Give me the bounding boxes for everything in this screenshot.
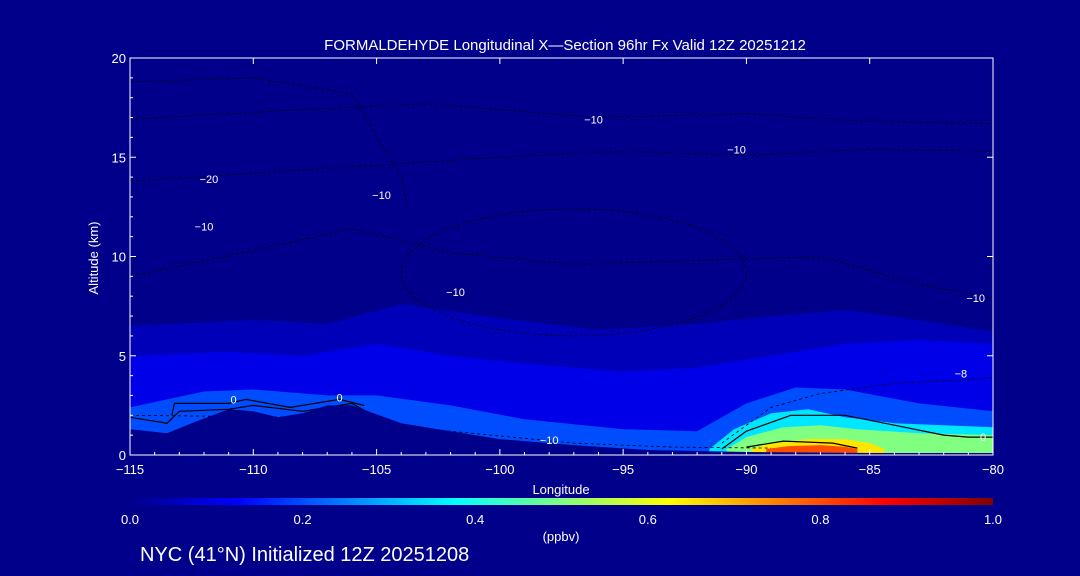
colorbar-ticks: 0.0 0.2 0.4 0.6 0.8 1.0 (121, 512, 1002, 527)
x-tick-label: −105 (362, 462, 391, 477)
colorbar: 0.0 0.2 0.4 0.6 0.8 1.0 (ppbv) (121, 498, 1002, 544)
contour-label-6: −10 (446, 287, 465, 299)
y-tick-label: 10 (112, 250, 126, 265)
contour-label-11: −20 (200, 174, 219, 186)
colorbar-tick-label: 0.8 (811, 512, 829, 527)
x-tick-label: −110 (239, 462, 267, 477)
contour-label-2: 0 (980, 432, 986, 444)
y-tick-label: 0 (119, 448, 126, 463)
contour-label-8: −10 (727, 144, 746, 156)
contour-label-10: −8 (955, 369, 968, 381)
colorbar-tick-label: 0.0 (121, 512, 139, 527)
x-tick-label: −100 (485, 462, 514, 477)
colorbar-strip (130, 498, 993, 505)
colorbar-unit-label: (ppbv) (543, 529, 580, 544)
contour-label-4: −10 (195, 222, 214, 234)
contour-label-9: −10 (966, 293, 985, 305)
contour-label-7: −10 (584, 115, 603, 127)
y-tick-label: 15 (112, 150, 126, 165)
x-tick-label: −90 (735, 462, 757, 477)
colorbar-tick-label: 0.4 (466, 512, 484, 527)
colorbar-tick-label: 1.0 (984, 512, 1002, 527)
x-tick-label: −115 (116, 462, 144, 477)
contour-label-5: −10 (372, 190, 391, 202)
init-caption: NYC (41°N) Initialized 12Z 20251208 (140, 544, 469, 566)
plot-area: 0 0 0 −10 −10 −10 −10 −10 −10 −10 −8 −20 (130, 58, 993, 455)
y-tick-label: 5 (119, 349, 126, 364)
y-tick-label: 20 (112, 51, 126, 66)
chart-figure: FORMALDEHYDE Longitudinal X—Section 96hr… (86, 37, 1004, 566)
x-axis-label: Longitude (532, 482, 589, 497)
contour-label-3: −10 (540, 435, 559, 447)
contour-label-1: 0 (337, 392, 343, 404)
chart-title: FORMALDEHYDE Longitudinal X—Section 96hr… (324, 37, 806, 54)
contour-label-0: 0 (231, 394, 237, 406)
x-tick-label: −85 (859, 462, 881, 477)
colorbar-tick-label: 0.2 (294, 512, 312, 527)
x-tick-label: −80 (982, 462, 1004, 477)
colorbar-tick-label: 0.6 (639, 512, 657, 527)
y-axis-label: Altitude (km) (86, 222, 101, 295)
x-tick-label: −95 (612, 462, 634, 477)
